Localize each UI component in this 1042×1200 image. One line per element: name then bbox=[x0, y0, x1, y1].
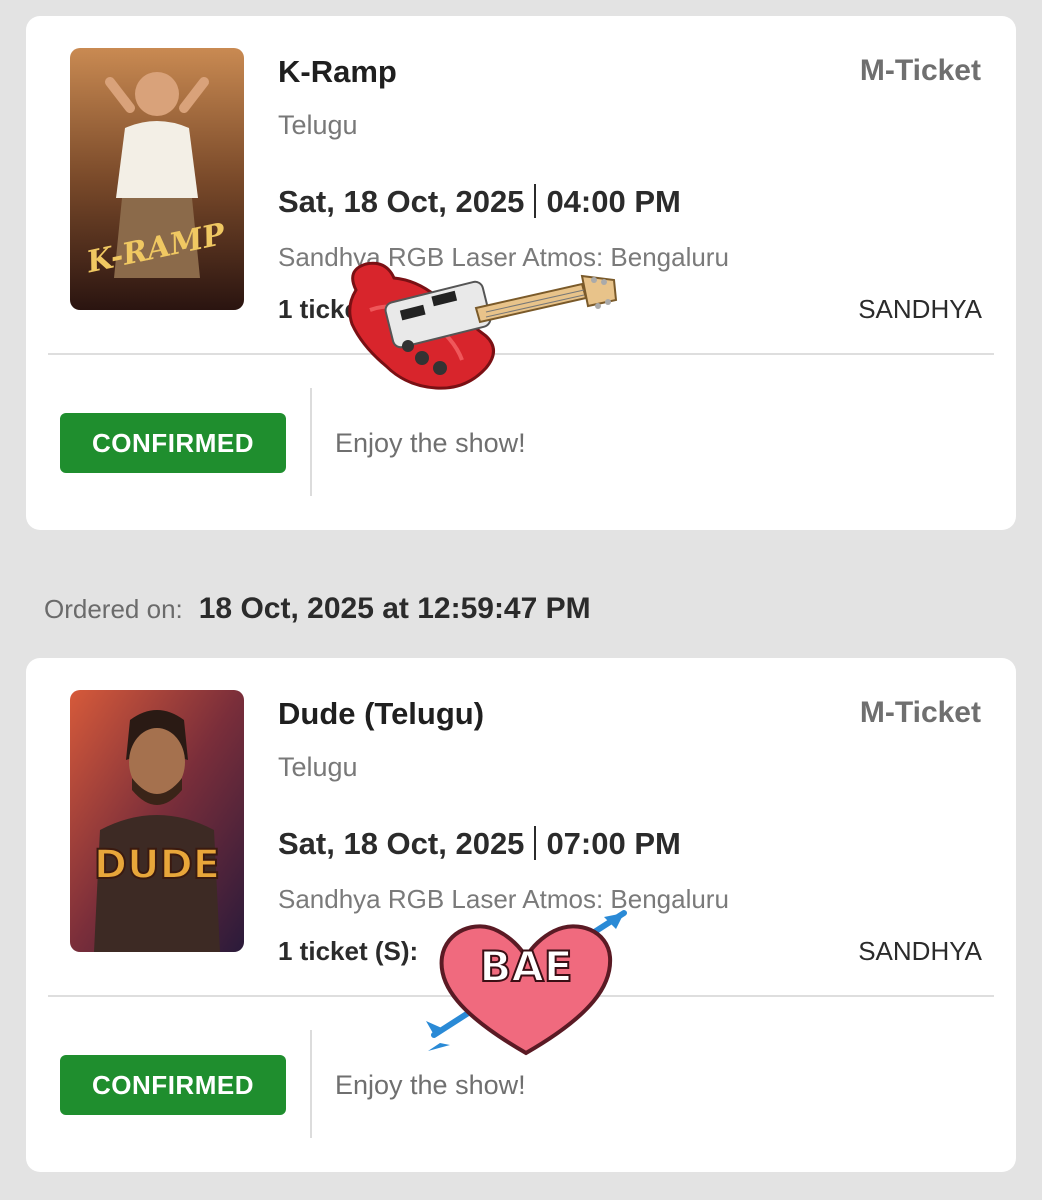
ticket-count: 1 ticket (S): bbox=[278, 936, 419, 966]
movie-title: Dude (Telugu) bbox=[278, 696, 485, 731]
movie-poster-k-ramp: K-RAMP bbox=[70, 48, 244, 310]
movie-language: Telugu bbox=[278, 110, 358, 140]
movie-poster-dude: DUDE bbox=[70, 690, 244, 952]
ordered-on-label: Ordered on: bbox=[44, 594, 183, 624]
vertical-divider bbox=[310, 388, 312, 496]
ticket-type: M-Ticket bbox=[859, 696, 981, 729]
confirmed-status-badge: CONFIRMED bbox=[60, 1055, 286, 1115]
ordered-on-value: 18 Oct, 2025 at 12:59:47 PM bbox=[198, 592, 591, 625]
enjoy-message: Enjoy the show! bbox=[335, 1070, 526, 1100]
heart-arrow-sticker-icon: BAE bbox=[420, 905, 634, 1061]
movie-language: Telugu bbox=[278, 752, 358, 782]
show-date: Sat, 18 Oct, 2025 bbox=[278, 184, 525, 219]
datetime-separator bbox=[534, 826, 537, 860]
show-date: Sat, 18 Oct, 2025 bbox=[278, 826, 525, 861]
guitar-sticker-icon bbox=[336, 250, 620, 396]
show-datetime: Sat, 18 Oct, 2025 04:00 PM bbox=[278, 184, 681, 220]
show-datetime: Sat, 18 Oct, 2025 07:00 PM bbox=[278, 826, 681, 862]
screen-name: SANDHYA bbox=[858, 936, 982, 966]
movie-title: K-Ramp bbox=[278, 54, 397, 89]
confirmed-status-badge: CONFIRMED bbox=[60, 413, 286, 473]
poster-title-dude: DUDE bbox=[94, 842, 220, 888]
ticket-type: M-Ticket bbox=[859, 54, 981, 87]
show-time: 07:00 PM bbox=[546, 826, 681, 861]
show-time: 04:00 PM bbox=[546, 184, 681, 219]
datetime-separator bbox=[534, 184, 537, 218]
screen-name: SANDHYA bbox=[858, 294, 982, 324]
order-timestamp: Ordered on: 18 Oct, 2025 at 12:59:47 PM bbox=[44, 592, 591, 626]
heart-sticker-text: BAE bbox=[479, 942, 572, 991]
vertical-divider bbox=[310, 1030, 312, 1138]
enjoy-message: Enjoy the show! bbox=[335, 428, 526, 458]
